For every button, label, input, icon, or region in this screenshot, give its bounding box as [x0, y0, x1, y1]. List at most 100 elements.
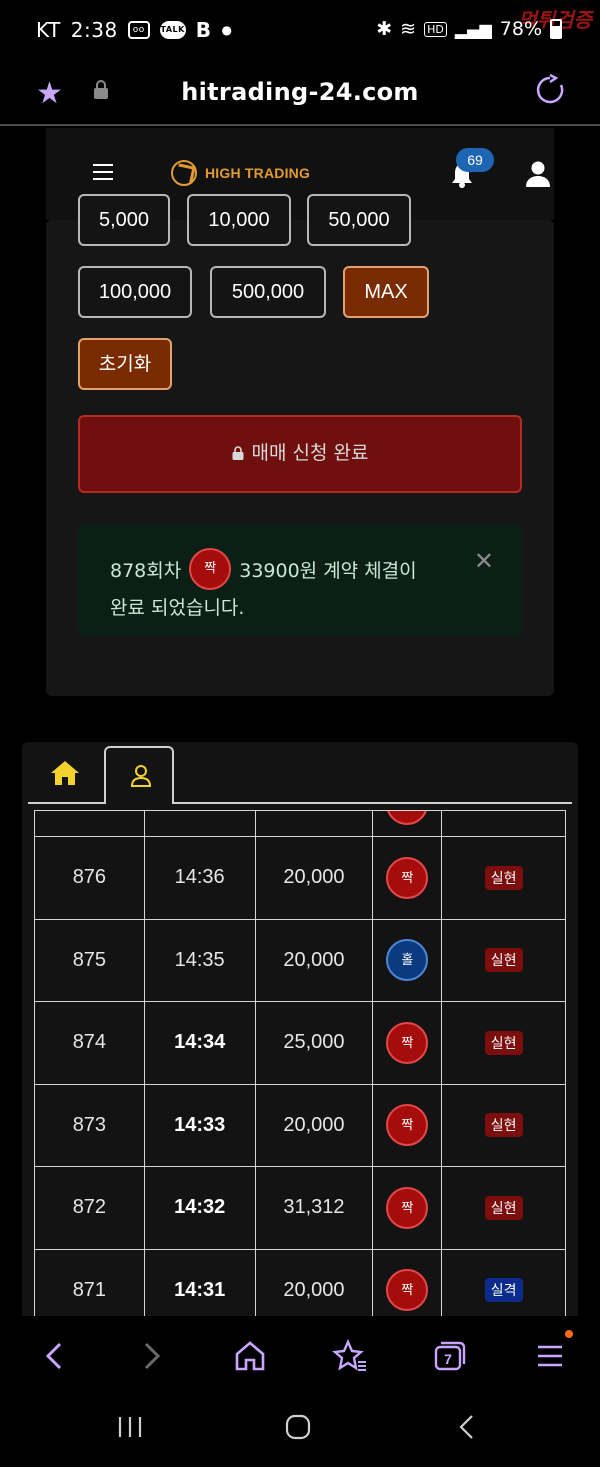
table-row: 875 14:35 20,000 홀 실현 [34, 918, 566, 1002]
bluetooth-icon: ✱ [376, 18, 393, 40]
amount-cell: 20,000 [254, 1083, 374, 1167]
person-tab-icon [130, 765, 152, 787]
system-back-icon[interactable] [454, 1414, 482, 1440]
result-badge: 실현 [484, 865, 523, 890]
pick-cell: 짝 [372, 836, 443, 920]
tab-my-history[interactable] [104, 746, 174, 804]
pick-chip-even: 짝 [189, 548, 232, 590]
result-cell: 실현 [441, 1166, 566, 1250]
trade-panel: 5,000 10,000 50,000 100,000 500,000 MAX … [46, 194, 554, 696]
close-icon[interactable]: ✕ [474, 547, 494, 575]
time-cell: 14:35 [143, 918, 256, 1002]
tabs-icon[interactable]: 7 [430, 1338, 470, 1374]
submit-trade-button[interactable]: 매매 신청 완료 [78, 415, 522, 493]
notification-dot [565, 1330, 573, 1338]
result-badge: 실현 [484, 1030, 523, 1055]
time-cell: 14:31 [143, 1248, 256, 1322]
talk-icon: TALK [159, 21, 186, 39]
amount-cell: 25,000 [254, 1001, 374, 1085]
signal-icon: ▂▄▆ [454, 19, 492, 39]
pick-chip: 홀 [386, 939, 429, 982]
home-icon[interactable] [230, 1338, 270, 1374]
pick-chip: 짝 [386, 856, 429, 899]
time-cell: 14:32 [143, 1166, 256, 1250]
round-cell: 875 [34, 918, 145, 1002]
pick-cell: 짝 [372, 1248, 443, 1322]
result-badge: 실현 [484, 1113, 523, 1138]
table-row: 873 14:33 20,000 짝 실현 [34, 1083, 566, 1167]
amount-button-500000[interactable]: 500,000 [210, 266, 326, 318]
submit-label: 매매 신청 완료 [251, 442, 369, 464]
pick-cell: 짝 [372, 1083, 443, 1167]
dot-icon: ● [221, 23, 233, 37]
tabs-count: 7 [444, 1351, 452, 1367]
pick-chip: 짝 [386, 1021, 429, 1064]
home-tab-icon[interactable] [48, 758, 82, 788]
bookmarks-icon[interactable] [330, 1338, 370, 1374]
recent-apps-icon[interactable] [116, 1414, 144, 1440]
max-button[interactable]: MAX [343, 266, 429, 318]
history-table: 876 14:36 20,000 짝 실현 875 14:35 20,000 홀 실현 874 14:… [34, 810, 566, 1322]
amount-button-10000[interactable]: 10,000 [187, 194, 291, 246]
result-badge: 실현 [484, 948, 523, 973]
hamburger-menu-icon[interactable] [93, 164, 113, 180]
amount-cell: 20,000 [254, 918, 374, 1002]
amount-cell: 31,312 [254, 1166, 374, 1250]
notification-badge: 69 [456, 148, 494, 172]
trade-history-section: 876 14:36 20,000 짝 실현 875 14:35 20,000 홀 실현 874 14:… [22, 742, 578, 1322]
forward-icon[interactable] [132, 1338, 172, 1374]
reset-button[interactable]: 초기화 [78, 338, 172, 390]
amount-button-100000[interactable]: 100,000 [78, 266, 192, 318]
padlock-icon [232, 446, 244, 460]
amount-cell: 20,000 [254, 1248, 374, 1322]
table-row: 871 14:31 20,000 짝 실격 [34, 1248, 566, 1322]
round-cell: 872 [34, 1166, 145, 1250]
round-cell: 871 [34, 1248, 145, 1322]
amount-cell: 20,000 [254, 836, 374, 920]
result-cell: 실현 [441, 1083, 566, 1167]
pick-cell: 짝 [372, 1166, 443, 1250]
result-badge: 실격 [484, 1278, 523, 1303]
reload-icon[interactable] [534, 74, 566, 106]
result-badge: 실현 [484, 1195, 523, 1220]
battery-percent: 78% [499, 18, 542, 40]
table-row: 872 14:32 31,312 짝 실현 [34, 1166, 566, 1250]
result-cell: 실현 [441, 918, 566, 1002]
round-cell: 876 [34, 836, 145, 920]
hd-icon: HD [424, 21, 447, 37]
round-cell: 873 [34, 1083, 145, 1167]
time-cell: 14:36 [143, 836, 256, 920]
b-app-icon: B [195, 18, 212, 42]
url-text[interactable]: hitrading-24.com [0, 78, 600, 106]
brand-logo[interactable]: HIGH TRADING [171, 160, 310, 186]
system-nav-bar [0, 1396, 600, 1467]
menu-icon[interactable] [530, 1338, 570, 1374]
battery-icon [550, 19, 562, 39]
alert-round: 878회차 [110, 559, 182, 582]
table-row: 874 14:34 25,000 짝 실현 [34, 1001, 566, 1085]
alert-text: 33900원 계약 체결이 [239, 559, 417, 582]
brand-name: HIGH TRADING [205, 165, 311, 181]
result-cell: 실현 [441, 836, 566, 920]
table-row-partial [34, 810, 566, 837]
wifi-icon: ≋ [400, 18, 417, 40]
pick-chip: 짝 [386, 1186, 429, 1229]
alert-text-line2: 완료 되었습니다. [110, 597, 245, 619]
history-tabs [28, 742, 572, 804]
browser-address-bar: ★ hitrading-24.com [0, 62, 600, 126]
success-alert: 878회차 짝 33900원 계약 체결이 완료 되었습니다. ✕ [78, 523, 522, 637]
back-icon[interactable] [34, 1338, 74, 1374]
pick-chip: 짝 [386, 1269, 429, 1312]
user-icon[interactable] [524, 160, 552, 188]
pick-cell: 짝 [372, 1001, 443, 1085]
result-cell: 실현 [441, 1001, 566, 1085]
clock: 2:38 [70, 18, 118, 42]
pick-cell: 홀 [372, 918, 443, 1002]
logo-mark-icon [171, 160, 197, 186]
amount-button-5000[interactable]: 5,000 [78, 194, 170, 246]
time-cell: 14:34 [143, 1001, 256, 1085]
result-cell: 실격 [441, 1248, 566, 1322]
system-home-icon[interactable] [284, 1414, 312, 1440]
round-cell: 874 [34, 1001, 145, 1085]
amount-button-50000[interactable]: 50,000 [307, 194, 411, 246]
